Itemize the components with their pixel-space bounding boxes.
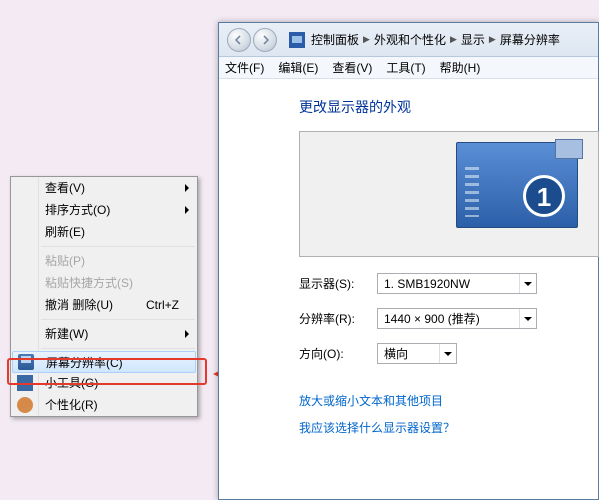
chevron-down-icon <box>519 309 536 328</box>
window-titlebar: 控制面板 ▶ 外观和个性化 ▶ 显示 ▶ 屏幕分辨率 <box>219 23 598 57</box>
monitor-number-badge: 1 <box>523 175 565 217</box>
breadcrumb[interactable]: 控制面板 ▶ 外观和个性化 ▶ 显示 ▶ 屏幕分辨率 <box>311 31 560 48</box>
gadget-icon <box>17 375 33 391</box>
menu-item-paste-shortcut: 粘贴快捷方式(S) <box>11 272 197 294</box>
menu-item-paste: 粘贴(P) <box>11 250 197 272</box>
menu-item-refresh[interactable]: 刷新(E) <box>11 221 197 243</box>
display-label: 显示器(S): <box>299 275 377 292</box>
orientation-label: 方向(O): <box>299 345 377 362</box>
menu-item-gadgets[interactable]: 小工具(G) <box>11 372 197 394</box>
menu-item-label: 个性化(R) <box>45 398 98 412</box>
breadcrumb-sep-icon: ▶ <box>450 34 457 45</box>
monitor-thumbnail[interactable]: 1 <box>456 142 578 228</box>
menu-item-sort[interactable]: 排序方式(O) <box>11 199 197 221</box>
menu-view[interactable]: 查看(V) <box>332 59 372 76</box>
breadcrumb-sep-icon: ▶ <box>363 34 370 45</box>
menu-separator <box>41 319 195 320</box>
screen-resolution-window: 控制面板 ▶ 外观和个性化 ▶ 显示 ▶ 屏幕分辨率 文件(F) 编辑(E) 查看(V… <box>218 22 599 500</box>
dropdown-value: 1. SMB1920NW <box>384 277 470 291</box>
form-row-display: 显示器(S): 1. SMB1920NW <box>299 273 574 294</box>
form-row-orientation: 方向(O): 横向 <box>299 343 574 364</box>
page-heading: 更改显示器的外观 <box>299 97 574 117</box>
menu-item-shortcut: Ctrl+Z <box>146 294 179 316</box>
menu-item-label: 小工具(G) <box>45 376 98 390</box>
breadcrumb-item[interactable]: 显示 <box>461 31 485 48</box>
link-which-display[interactable]: 我应该选择什么显示器设置？ <box>299 419 574 436</box>
breadcrumb-item[interactable]: 外观和个性化 <box>374 31 446 48</box>
dropdown-value: 1440 × 900 (推荐) <box>384 310 480 327</box>
window-menubar: 文件(F) 编辑(E) 查看(V) 工具(T) 帮助(H) <box>219 57 598 79</box>
breadcrumb-item[interactable]: 控制面板 <box>311 31 359 48</box>
menu-separator <box>41 348 195 349</box>
orientation-dropdown[interactable]: 横向 <box>377 343 457 364</box>
display-dropdown[interactable]: 1. SMB1920NW <box>377 273 537 294</box>
menu-item-label: 屏幕分辨率(C) <box>46 356 123 370</box>
resolution-label: 分辨率(R): <box>299 310 377 327</box>
menu-item-view[interactable]: 查看(V) <box>11 177 197 199</box>
menu-item-label: 新建(W) <box>45 327 88 341</box>
nav-back-button[interactable] <box>227 28 251 52</box>
window-content: 更改显示器的外观 1 显示器(S): 1. SMB1920NW 分辨率(R): … <box>219 79 598 436</box>
menu-item-label: 撤消 删除(U) <box>45 298 113 312</box>
menu-item-label: 粘贴(P) <box>45 254 85 268</box>
chevron-down-icon <box>439 344 456 363</box>
chevron-down-icon <box>519 274 536 293</box>
menu-item-screen-resolution[interactable]: 屏幕分辨率(C) <box>12 351 196 373</box>
back-arrow-icon <box>234 35 244 45</box>
control-panel-icon <box>289 32 305 48</box>
desktop-context-menu: 查看(V) 排序方式(O) 刷新(E) 粘贴(P) 粘贴快捷方式(S) 撤消 删… <box>10 176 198 417</box>
menu-item-label: 排序方式(O) <box>45 203 110 217</box>
dropdown-value: 横向 <box>384 345 408 362</box>
secondary-monitor-icon <box>555 139 583 159</box>
submenu-arrow-icon <box>185 330 189 338</box>
menu-item-label: 刷新(E) <box>45 225 85 239</box>
menu-help[interactable]: 帮助(H) <box>440 59 481 76</box>
resolution-dropdown[interactable]: 1440 × 900 (推荐) <box>377 308 537 329</box>
monitor-icon <box>18 354 34 370</box>
menu-tools[interactable]: 工具(T) <box>386 59 425 76</box>
menu-item-label: 粘贴快捷方式(S) <box>45 276 133 290</box>
breadcrumb-sep-icon: ▶ <box>489 34 496 45</box>
monitor-preview-area[interactable]: 1 <box>299 131 599 257</box>
menu-file[interactable]: 文件(F) <box>225 59 264 76</box>
menu-edit[interactable]: 编辑(E) <box>278 59 318 76</box>
menu-item-personalize[interactable]: 个性化(R) <box>11 394 197 416</box>
menu-item-undo-delete[interactable]: 撤消 删除(U) Ctrl+Z <box>11 294 197 316</box>
personalize-icon <box>17 397 33 413</box>
form-row-resolution: 分辨率(R): 1440 × 900 (推荐) <box>299 308 574 329</box>
submenu-arrow-icon <box>185 184 189 192</box>
related-links: 放大或缩小文本和其他项目 我应该选择什么显示器设置？ <box>299 392 574 436</box>
breadcrumb-item[interactable]: 屏幕分辨率 <box>500 31 560 48</box>
submenu-arrow-icon <box>185 206 189 214</box>
nav-forward-button[interactable] <box>253 28 277 52</box>
menu-item-new[interactable]: 新建(W) <box>11 323 197 345</box>
forward-arrow-icon <box>260 35 270 45</box>
link-text-scaling[interactable]: 放大或缩小文本和其他项目 <box>299 392 574 409</box>
menu-item-label: 查看(V) <box>45 181 85 195</box>
menu-separator <box>41 246 195 247</box>
